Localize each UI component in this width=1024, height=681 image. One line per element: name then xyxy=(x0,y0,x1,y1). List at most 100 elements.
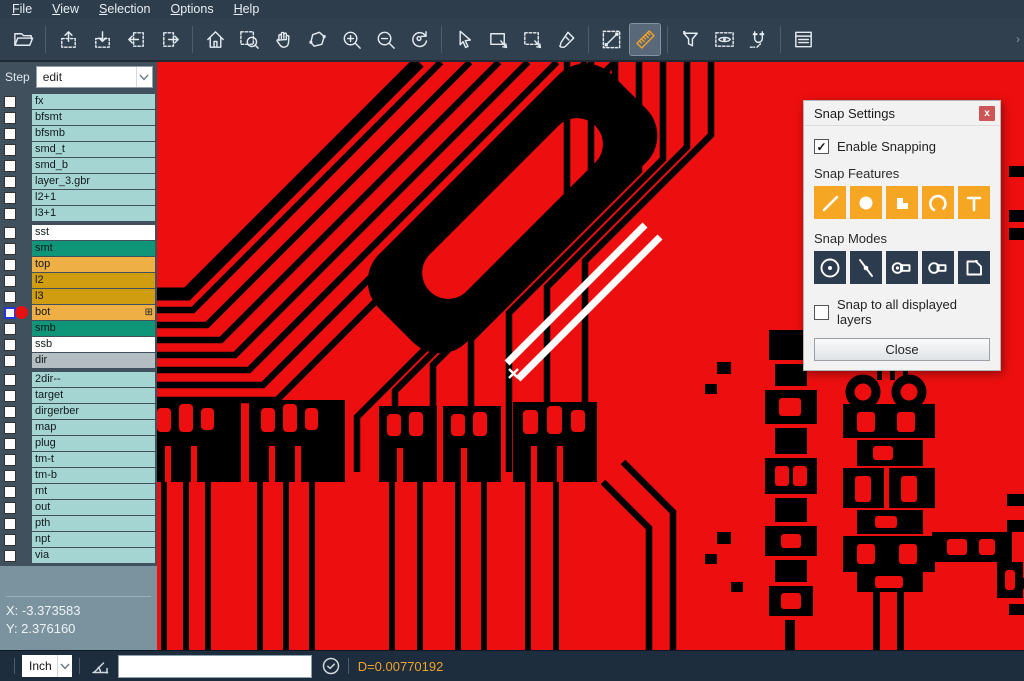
closest-point-mode-button[interactable] xyxy=(850,251,882,284)
ruler-measure-button[interactable] xyxy=(630,24,660,55)
snap-magnet-button[interactable] xyxy=(743,24,773,55)
layer-row-tm-b[interactable]: tm-b xyxy=(0,468,157,483)
layer-visibility-checkbox[interactable] xyxy=(4,502,16,514)
layer-row-l3+1[interactable]: l3+1 xyxy=(0,206,157,221)
center-mode-button[interactable] xyxy=(814,251,846,284)
layer-visibility-checkbox[interactable] xyxy=(4,550,16,562)
layer-row-l2[interactable]: l2 xyxy=(0,273,157,288)
slot-origin-mode-button[interactable] xyxy=(886,251,918,284)
layer-label[interactable]: map xyxy=(32,420,155,435)
shift-up-button[interactable] xyxy=(53,24,83,55)
layer-label[interactable]: bfsmt xyxy=(32,110,155,125)
layer-visibility-checkbox[interactable] xyxy=(4,144,16,156)
layer-row-mt[interactable]: mt xyxy=(0,484,157,499)
group-select-button[interactable] xyxy=(517,24,547,55)
layer-label[interactable]: dir xyxy=(32,353,155,368)
layer-label[interactable]: bfsmb xyxy=(32,126,155,141)
layer-row-map[interactable]: map xyxy=(0,420,157,435)
layer-label[interactable]: mt xyxy=(32,484,155,499)
layer-row-via[interactable]: via xyxy=(0,548,157,563)
layer-row-l3[interactable]: l3 xyxy=(0,289,157,304)
menu-view[interactable]: View xyxy=(42,0,89,18)
rect-select-button[interactable] xyxy=(483,24,513,55)
layers-form-button[interactable] xyxy=(788,24,818,55)
enable-snapping-checkbox[interactable]: ✓ Enable Snapping xyxy=(814,139,990,154)
layer-visibility-checkbox[interactable] xyxy=(4,160,16,172)
measure-line-button[interactable] xyxy=(596,24,626,55)
layer-label[interactable]: top xyxy=(32,257,155,272)
select-cursor-button[interactable] xyxy=(449,24,479,55)
layer-visibility-checkbox[interactable] xyxy=(4,339,16,351)
layer-visibility-checkbox[interactable] xyxy=(4,438,16,450)
circle-check-icon[interactable] xyxy=(321,656,341,676)
pad-feature-button[interactable] xyxy=(850,186,882,219)
layer-label[interactable]: l3 xyxy=(32,289,155,304)
layer-label[interactable]: l3+1 xyxy=(32,206,155,221)
layer-label[interactable]: bot⊞ xyxy=(32,305,155,320)
layer-visibility-checkbox[interactable] xyxy=(4,518,16,530)
layer-visibility-checkbox[interactable] xyxy=(4,128,16,140)
menu-options[interactable]: Options xyxy=(160,0,223,18)
layer-visibility-checkbox[interactable] xyxy=(4,374,16,386)
layer-visibility-checkbox[interactable] xyxy=(4,291,16,303)
layer-row-top[interactable]: top xyxy=(0,257,157,272)
filter-button[interactable] xyxy=(675,24,705,55)
layer-row-dirgerber[interactable]: dirgerber xyxy=(0,404,157,419)
layer-row-bfsmb[interactable]: bfsmb xyxy=(0,126,157,141)
zoom-undo-button[interactable] xyxy=(404,24,434,55)
layer-label[interactable]: ssb xyxy=(32,337,155,352)
layer-visibility-checkbox[interactable] xyxy=(4,355,16,367)
dialog-title-bar[interactable]: Snap Settings x xyxy=(804,101,1000,126)
checkbox-checked-icon[interactable]: ✓ xyxy=(814,139,829,154)
layer-visibility-checkbox[interactable] xyxy=(4,112,16,124)
layer-visibility-checkbox[interactable] xyxy=(4,208,16,220)
layer-label[interactable]: smb xyxy=(32,321,155,336)
layer-visibility-checkbox[interactable] xyxy=(4,406,16,418)
pan-hand-button[interactable] xyxy=(268,24,298,55)
layer-label[interactable]: sst xyxy=(32,225,155,240)
layer-visibility-checkbox[interactable] xyxy=(4,259,16,271)
unit-dropdown[interactable]: Inch xyxy=(22,655,72,677)
slot-mode-button[interactable] xyxy=(922,251,954,284)
shift-right-button[interactable] xyxy=(155,24,185,55)
layer-label[interactable]: l2 xyxy=(32,273,155,288)
layer-label[interactable]: layer_3.gbr xyxy=(32,174,155,189)
layer-label[interactable]: npt xyxy=(32,532,155,547)
layer-row-smd_b[interactable]: smd_b xyxy=(0,158,157,173)
layer-row-ssb[interactable]: ssb xyxy=(0,337,157,352)
layer-row-smt[interactable]: smt xyxy=(0,241,157,256)
open-folder-button[interactable] xyxy=(8,24,38,55)
layer-row-layer_3.gbr[interactable]: layer_3.gbr xyxy=(0,174,157,189)
snap-all-layers-checkbox[interactable]: Snap to all displayed layers xyxy=(814,297,990,327)
layer-label[interactable]: out xyxy=(32,500,155,515)
checkbox-unchecked-icon[interactable] xyxy=(814,305,829,320)
layer-label[interactable]: smd_b xyxy=(32,158,155,173)
surface-feature-button[interactable] xyxy=(886,186,918,219)
layer-row-out[interactable]: out xyxy=(0,500,157,515)
layer-label[interactable]: pth xyxy=(32,516,155,531)
layer-row-bot[interactable]: bot⊞ xyxy=(0,305,157,320)
text-feature-button[interactable] xyxy=(958,186,990,219)
layer-label[interactable]: l2+1 xyxy=(32,190,155,205)
layer-row-npt[interactable]: npt xyxy=(0,532,157,547)
layer-visibility-checkbox[interactable] xyxy=(4,323,16,335)
layer-visibility-checkbox[interactable] xyxy=(4,176,16,188)
layer-label[interactable]: smt xyxy=(32,241,155,256)
menu-help[interactable]: Help xyxy=(224,0,270,18)
pcb-canvas[interactable]: Snap Settings x ✓ Enable Snapping Snap F… xyxy=(157,62,1024,650)
layer-label[interactable]: smd_t xyxy=(32,142,155,157)
layer-row-2dir--[interactable]: 2dir-- xyxy=(0,372,157,387)
layer-row-plug[interactable]: plug xyxy=(0,436,157,451)
zoom-in-button[interactable] xyxy=(336,24,366,55)
layer-visibility-checkbox[interactable] xyxy=(4,243,16,255)
shift-left-button[interactable] xyxy=(121,24,151,55)
layer-row-pth[interactable]: pth xyxy=(0,516,157,531)
polygon-zoom-button[interactable] xyxy=(302,24,332,55)
layer-label[interactable]: dirgerber xyxy=(32,404,155,419)
menu-file[interactable]: File xyxy=(2,0,42,18)
close-icon[interactable]: x xyxy=(979,106,995,121)
brush-clear-button[interactable] xyxy=(551,24,581,55)
layer-row-target[interactable]: target xyxy=(0,388,157,403)
view-eye-button[interactable] xyxy=(709,24,739,55)
shift-down-button[interactable] xyxy=(87,24,117,55)
